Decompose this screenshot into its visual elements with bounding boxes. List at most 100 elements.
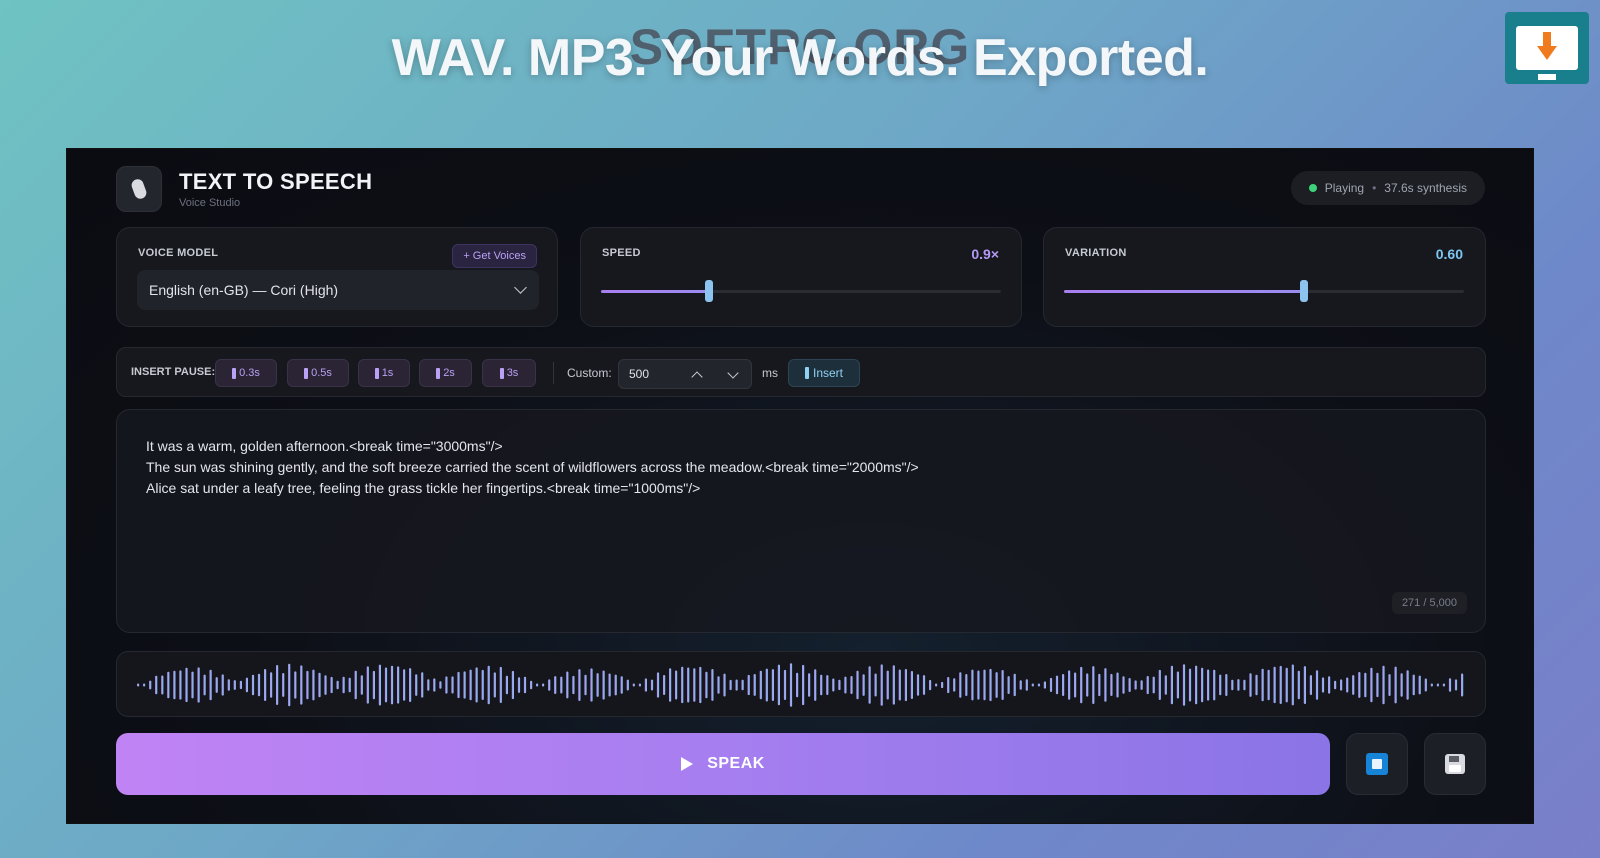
hero-headline: WAV. MP3. Your Words. Exported. (391, 29, 1209, 87)
waveform-bar (1424, 678, 1427, 692)
waveform-bar (977, 670, 980, 700)
variation-slider-thumb[interactable] (1300, 280, 1308, 302)
waveform-bar (209, 669, 212, 701)
waveform-bar (638, 683, 641, 687)
pause-bar-icon (804, 367, 809, 379)
waveform-bar (789, 663, 793, 707)
waveform-bar (1267, 669, 1270, 701)
waveform-bar (1074, 672, 1077, 698)
waveform-bar (929, 679, 932, 691)
editor-line: It was a warm, golden afternoon.<break t… (146, 438, 503, 454)
waveform-bar (511, 670, 514, 700)
pause-bar-icon (232, 367, 237, 379)
pause-preset-button[interactable]: 2s (419, 359, 472, 387)
waveform-bar (1430, 683, 1433, 687)
waveform-bar (814, 669, 817, 701)
waveform-bar (1219, 674, 1222, 696)
chevron-down-icon[interactable] (727, 367, 739, 379)
waveform-bar (941, 681, 944, 689)
waveform-bar (457, 671, 460, 699)
speed-slider-thumb[interactable] (705, 280, 713, 302)
waveform-bar (717, 676, 720, 694)
waveform-bar (1394, 666, 1397, 704)
waveform-bar (523, 676, 527, 694)
waveform-bar (1303, 666, 1306, 704)
waveform-bar (989, 668, 992, 702)
waveform-bar (826, 675, 829, 695)
waveform-bar (1273, 666, 1276, 704)
pause-preset-button[interactable]: 0.5s (287, 359, 349, 387)
waveform-bar (632, 683, 635, 687)
get-voices-button[interactable]: + Get Voices (452, 244, 537, 268)
voice-model-label: VOICE MODEL (138, 247, 219, 259)
waveform-bar (318, 672, 321, 698)
waveform-bar (1013, 673, 1016, 697)
pause-preset-label: 3s (506, 367, 519, 379)
waveform-bar (820, 674, 823, 696)
custom-pause-label: Custom: (567, 366, 612, 380)
text-editor[interactable]: It was a warm, golden afternoon.<break t… (116, 409, 1486, 633)
waveform-bar (288, 663, 291, 707)
waveform-bar (137, 683, 140, 687)
waveform-bar (1068, 670, 1071, 700)
download-monitor-icon (1505, 12, 1589, 84)
waveform-bar (499, 666, 502, 703)
waveform-bar (1195, 665, 1198, 705)
variation-slider[interactable] (1064, 280, 1464, 302)
waveform-bar (602, 670, 605, 700)
insert-pause-label: INSERT PAUSE: (131, 366, 216, 378)
waveform-bar (1400, 673, 1403, 697)
waveform-bar (1134, 680, 1137, 690)
pause-preset-button[interactable]: 3s (482, 359, 536, 387)
waveform-bar (687, 667, 690, 703)
waveform-bar (451, 676, 454, 694)
play-icon (681, 757, 694, 771)
waveform-bar (1207, 669, 1210, 701)
variation-slider-fill (1064, 290, 1304, 293)
waveform-bar (656, 672, 660, 698)
voice-model-select[interactable]: English (en-GB) — Cori (High) (137, 270, 539, 310)
waveform-bar (415, 674, 418, 696)
waveform-bar (542, 683, 545, 687)
waveform-bar (1442, 683, 1445, 687)
waveform-bar (348, 677, 351, 693)
waveform-bar (711, 669, 714, 701)
custom-pause-input[interactable]: 500 (618, 359, 752, 389)
status-synthesis: 37.6s synthesis (1384, 181, 1467, 195)
microphone-icon (116, 166, 162, 212)
editor-line: Alice sat under a leafy tree, feeling th… (146, 480, 701, 496)
waveform-bar (626, 679, 629, 691)
waveform-bar (463, 671, 466, 699)
waveform-bar (294, 671, 297, 699)
waveform-bar (644, 678, 647, 692)
waveform-bar (898, 669, 901, 701)
waveform-bar (185, 667, 188, 703)
waveform-bar (747, 674, 750, 696)
chevron-up-icon[interactable] (691, 371, 703, 383)
waveform-panel (116, 651, 1486, 717)
divider (553, 362, 554, 384)
speak-label: SPEAK (707, 755, 765, 772)
waveform-bar (868, 666, 871, 704)
speak-button[interactable]: SPEAK (116, 733, 1330, 795)
app-title: TEXT TO SPEECH (179, 169, 373, 194)
waveform-bar (409, 668, 412, 702)
speed-slider[interactable] (601, 280, 1001, 302)
variation-value: 0.60 (1435, 246, 1463, 262)
save-button[interactable] (1424, 733, 1486, 795)
waveform-bar (1086, 673, 1089, 697)
pause-preset-button[interactable]: 1s (358, 359, 410, 387)
waveform-bar (372, 670, 375, 700)
insert-pause-button[interactable]: Insert (788, 359, 860, 387)
waveform-bar (155, 675, 158, 695)
status-state: Playing (1324, 181, 1365, 195)
waveform-bar (197, 667, 200, 703)
waveform-bar (916, 674, 920, 696)
waveform-bar (1043, 681, 1046, 689)
waveform-bar (439, 681, 442, 689)
stop-button[interactable] (1346, 733, 1408, 795)
waveform-bar (433, 678, 436, 692)
waveform-bar (1170, 665, 1173, 705)
pause-preset-button[interactable]: 0.3s (215, 359, 277, 387)
waveform-bar (1346, 677, 1349, 693)
